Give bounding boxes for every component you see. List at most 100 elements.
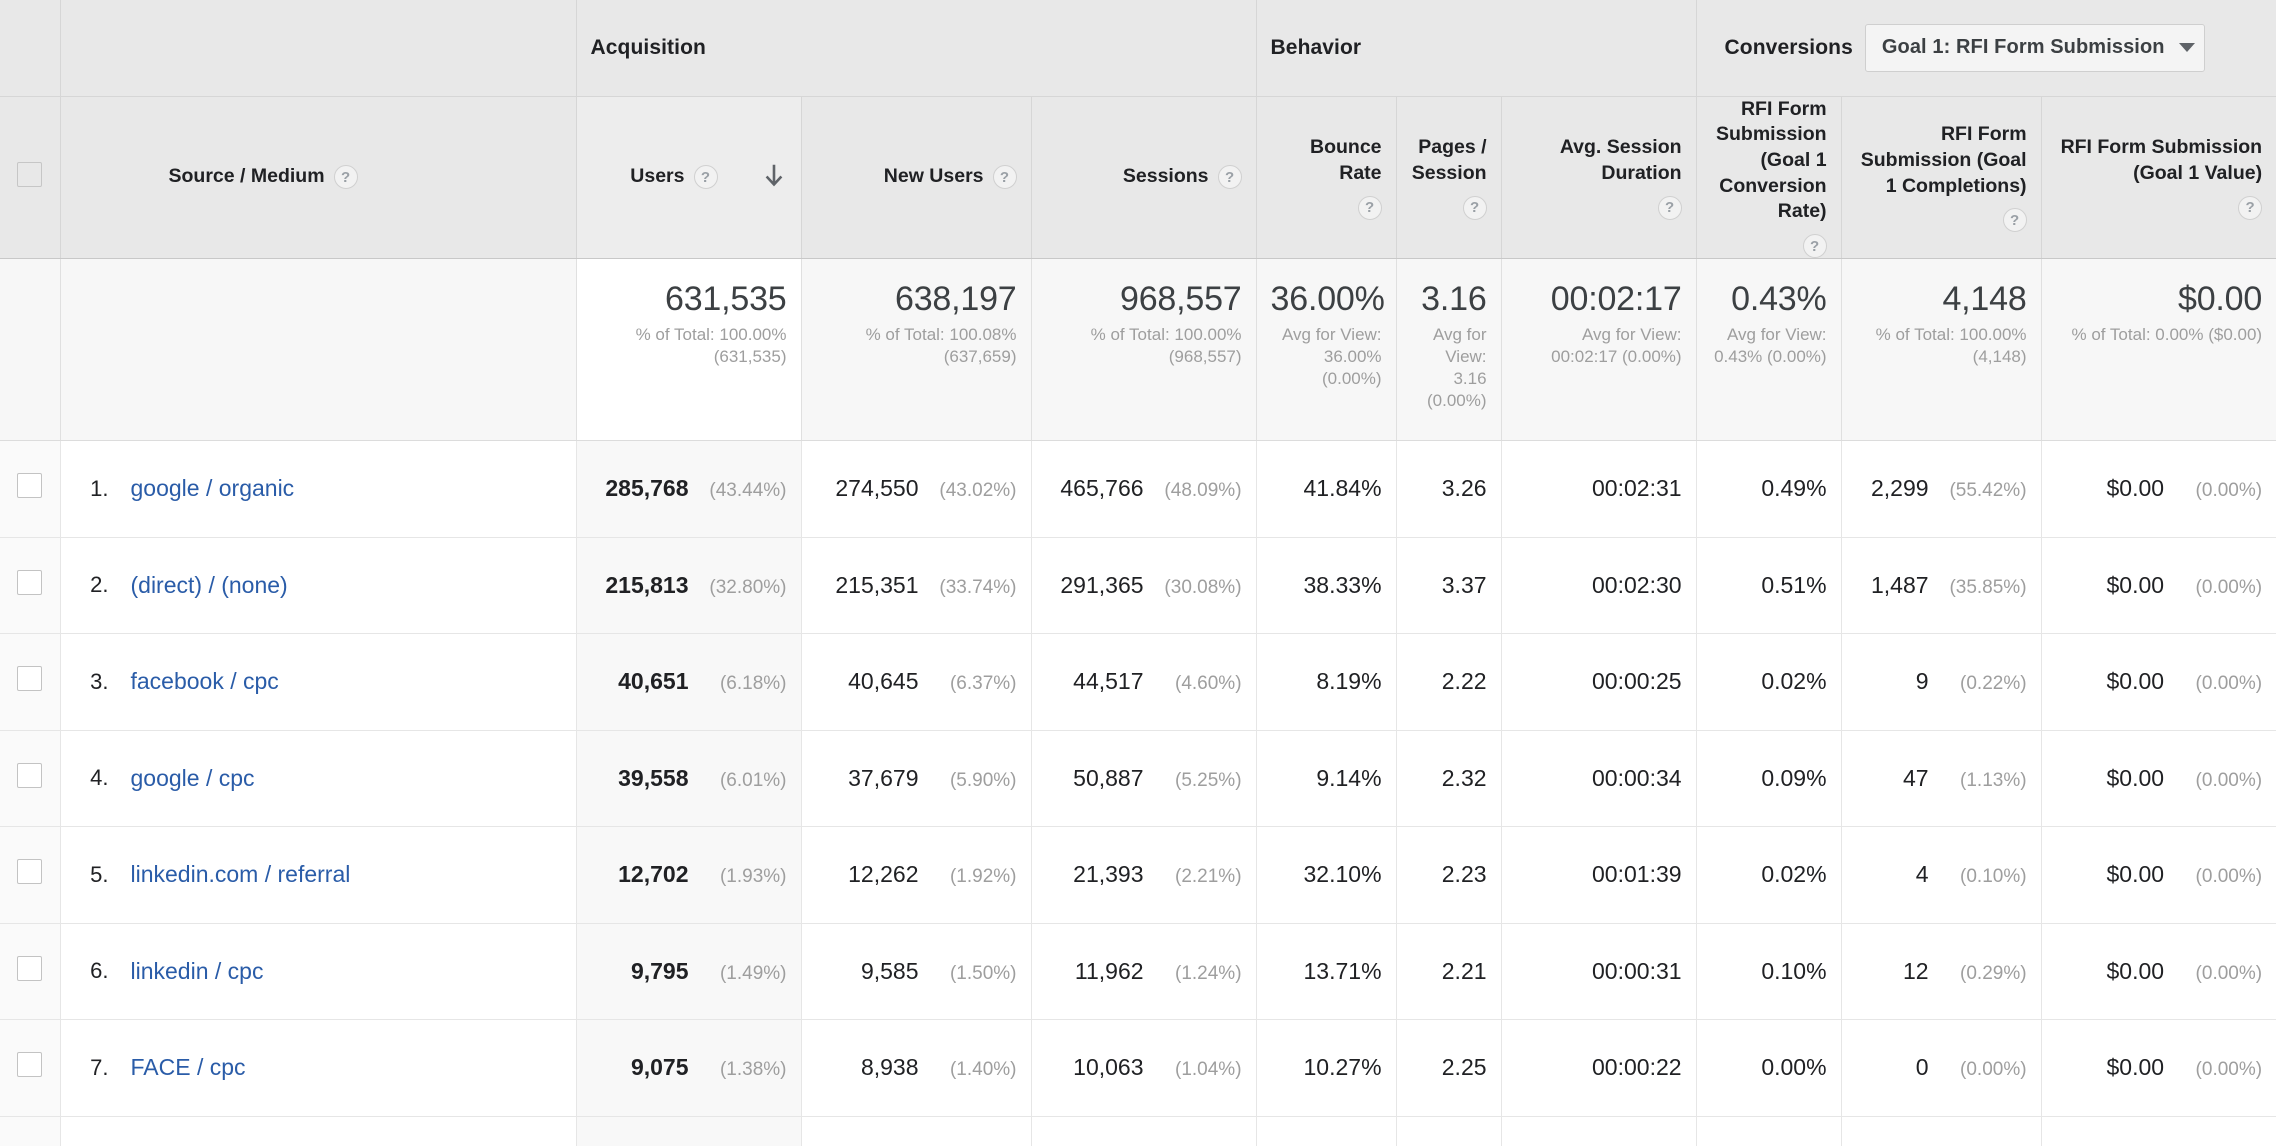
goal1-completions-value: 1,487 xyxy=(1870,571,1929,598)
pages-per-session-value: 2.23 xyxy=(1441,861,1487,888)
help-icon[interactable]: ? xyxy=(2238,195,2263,220)
summary-sessions: 968,557 % of Total: 100.00% (968,557) xyxy=(1031,258,1257,442)
table-row: 6. linkedin / cpc 9,795 (1.49%) 9,585 (1… xyxy=(0,923,2276,1021)
column-header-row: Source / Medium ? Users ? New Users ? Se… xyxy=(0,96,2276,260)
source-medium-link[interactable]: linkedin.com / referral xyxy=(131,861,351,888)
users-percent: (6.18%) xyxy=(719,673,787,695)
cell-sessions: 50,887 (5.25%) xyxy=(1031,730,1257,828)
table-row: 1. google / organic 285,768 (43.44%) 274… xyxy=(0,440,2276,538)
column-header-dimension[interactable]: Source / Medium ? xyxy=(60,96,577,260)
cell-users: 40,651 (6.18%) xyxy=(576,633,802,731)
cell-bounce-rate: 10.27% xyxy=(1256,1019,1397,1117)
source-medium-link[interactable]: FACE / cpc xyxy=(131,1054,246,1081)
sessions-value: 465,766 xyxy=(1060,475,1144,502)
column-header-goal1-completions[interactable]: RFI Form Submission (Goal 1 Completions)… xyxy=(1841,96,2042,260)
cell-new-users: 37,679 (5.90%) xyxy=(801,730,1032,828)
summary-bounce-rate-value: 36.00% xyxy=(1270,280,1385,319)
column-header-avg-session-duration[interactable]: Avg. Session Duration ? xyxy=(1501,96,1697,260)
help-icon[interactable]: ? xyxy=(1462,195,1487,220)
sessions-value: 21,393 xyxy=(1073,861,1144,888)
cell-goal1-value: $0.00 (0.00%) xyxy=(2041,537,2276,635)
help-icon[interactable]: ? xyxy=(333,165,358,190)
select-all-cell[interactable] xyxy=(0,96,61,260)
source-medium-link[interactable]: (direct) / (none) xyxy=(131,572,288,599)
row-select-cell[interactable] xyxy=(0,1116,61,1146)
goal1-conversion-rate-value: 0.49% xyxy=(1761,475,1827,502)
row-checkbox[interactable] xyxy=(17,859,43,885)
summary-goal1-conversion-rate-subtext: Avg for View: 0.43% (0.00%) xyxy=(1714,324,1827,366)
users-percent: (32.80%) xyxy=(709,576,787,598)
row-select-cell[interactable] xyxy=(0,633,61,731)
row-dimension-cell: 2. (direct) / (none) xyxy=(60,537,577,635)
users-percent: (43.44%) xyxy=(709,480,787,502)
summary-sessions-value: 968,557 xyxy=(1120,280,1242,319)
goal1-conversion-rate-value: 0.51% xyxy=(1761,571,1827,598)
group-spacer-checkbox xyxy=(0,0,61,97)
goal-select-dropdown[interactable]: Goal 1: RFI Form Submission xyxy=(1864,23,2205,72)
summary-avg-session-duration-subtext: Avg for View: 00:02:17 (0.00%) xyxy=(1551,324,1682,366)
help-icon[interactable]: ? xyxy=(2002,208,2027,233)
row-checkbox[interactable] xyxy=(17,473,43,499)
help-icon[interactable]: ? xyxy=(1802,234,1827,259)
help-icon[interactable]: ? xyxy=(992,165,1017,190)
column-header-sessions[interactable]: Sessions ? xyxy=(1031,96,1257,260)
summary-goal1-conversion-rate-value: 0.43% xyxy=(1731,280,1827,319)
column-header-bounce-rate[interactable]: Bounce Rate ? xyxy=(1256,96,1397,260)
row-dimension-cell: 7. FACE / cpc xyxy=(60,1019,577,1117)
pages-per-session-value: 2.22 xyxy=(1441,668,1487,695)
column-header-new-users[interactable]: New Users ? xyxy=(801,96,1032,260)
cell-users: 39,558 (6.01%) xyxy=(576,730,802,828)
users-percent: (1.93%) xyxy=(719,866,787,888)
column-header-pages-per-session[interactable]: Pages / Session ? xyxy=(1396,96,1502,260)
users-value: 285,768 xyxy=(605,475,689,502)
source-medium-link[interactable]: linkedin / cpc xyxy=(131,958,264,985)
row-select-cell[interactable] xyxy=(0,826,61,924)
cell-sessions: 11,962 (1.24%) xyxy=(1031,923,1257,1021)
pages-per-session-value: 2.25 xyxy=(1441,1054,1487,1081)
group-header-behavior: Behavior xyxy=(1256,0,1697,97)
cell-bounce-rate: 8.19% xyxy=(1256,633,1397,731)
help-icon[interactable]: ? xyxy=(1357,195,1382,220)
row-select-cell[interactable] xyxy=(0,440,61,538)
help-icon[interactable]: ? xyxy=(1657,195,1682,220)
row-select-cell[interactable] xyxy=(0,1019,61,1117)
column-header-users[interactable]: Users ? xyxy=(576,96,802,260)
row-checkbox[interactable] xyxy=(17,955,43,981)
column-header-goal1-value[interactable]: RFI Form Submission (Goal 1 Value) ? xyxy=(2041,96,2276,260)
summary-new-users-value: 638,197 xyxy=(894,280,1017,319)
row-select-cell[interactable] xyxy=(0,923,61,1021)
bounce-rate-value: 8.19% xyxy=(1316,668,1382,695)
row-checkbox[interactable] xyxy=(17,1052,43,1078)
row-select-cell[interactable] xyxy=(0,730,61,828)
chevron-down-icon xyxy=(2178,43,2195,53)
row-dimension-cell: 1. google / organic xyxy=(60,440,577,538)
bounce-rate-value: 32.10% xyxy=(1303,861,1382,888)
cell-new-users: 274,550 (43.02%) xyxy=(801,440,1032,538)
select-all-checkbox[interactable] xyxy=(17,162,43,188)
users-value: 9,075 xyxy=(630,1054,689,1081)
summary-new-users: 638,197 % of Total: 100.08% (637,659) xyxy=(801,258,1032,442)
column-header-goal1-conversion-rate[interactable]: RFI Form Submission (Goal 1 Conversion R… xyxy=(1696,96,1842,260)
goal1-value-value: $0.00 xyxy=(2106,571,2165,598)
row-select-cell[interactable] xyxy=(0,537,61,635)
table-row: 2. (direct) / (none) 215,813 (32.80%) 21… xyxy=(0,537,2276,635)
cell-avg-session-duration: 00:02:30 xyxy=(1501,537,1697,635)
cell-bounce-rate: 32.10% xyxy=(1256,826,1397,924)
cell-users: 9,075 (1.38%) xyxy=(576,1019,802,1117)
row-checkbox[interactable] xyxy=(17,666,43,692)
help-icon[interactable]: ? xyxy=(693,165,718,190)
source-medium-link[interactable]: google / cpc xyxy=(131,765,255,792)
row-dimension-cell: 8. m.facebook.com / referral xyxy=(60,1116,577,1146)
source-medium-link[interactable]: google / organic xyxy=(131,475,295,502)
row-checkbox[interactable] xyxy=(17,569,43,595)
goal1-value-value: $0.00 xyxy=(2106,764,2165,791)
goal1-value-percent: (0.00%) xyxy=(2195,480,2263,502)
source-medium-link[interactable]: facebook / cpc xyxy=(131,668,279,695)
help-icon[interactable]: ? xyxy=(1217,165,1242,190)
cell-goal1-value: $0.00 (0.00%) xyxy=(2041,440,2276,538)
avg-session-duration-value: 00:02:30 xyxy=(1592,571,1682,598)
row-checkbox[interactable] xyxy=(17,762,43,788)
sort-descending-icon[interactable] xyxy=(761,164,787,190)
sessions-percent: (1.24%) xyxy=(1175,962,1242,984)
cell-goal1-completions: 12 (0.29%) xyxy=(1841,923,2042,1021)
